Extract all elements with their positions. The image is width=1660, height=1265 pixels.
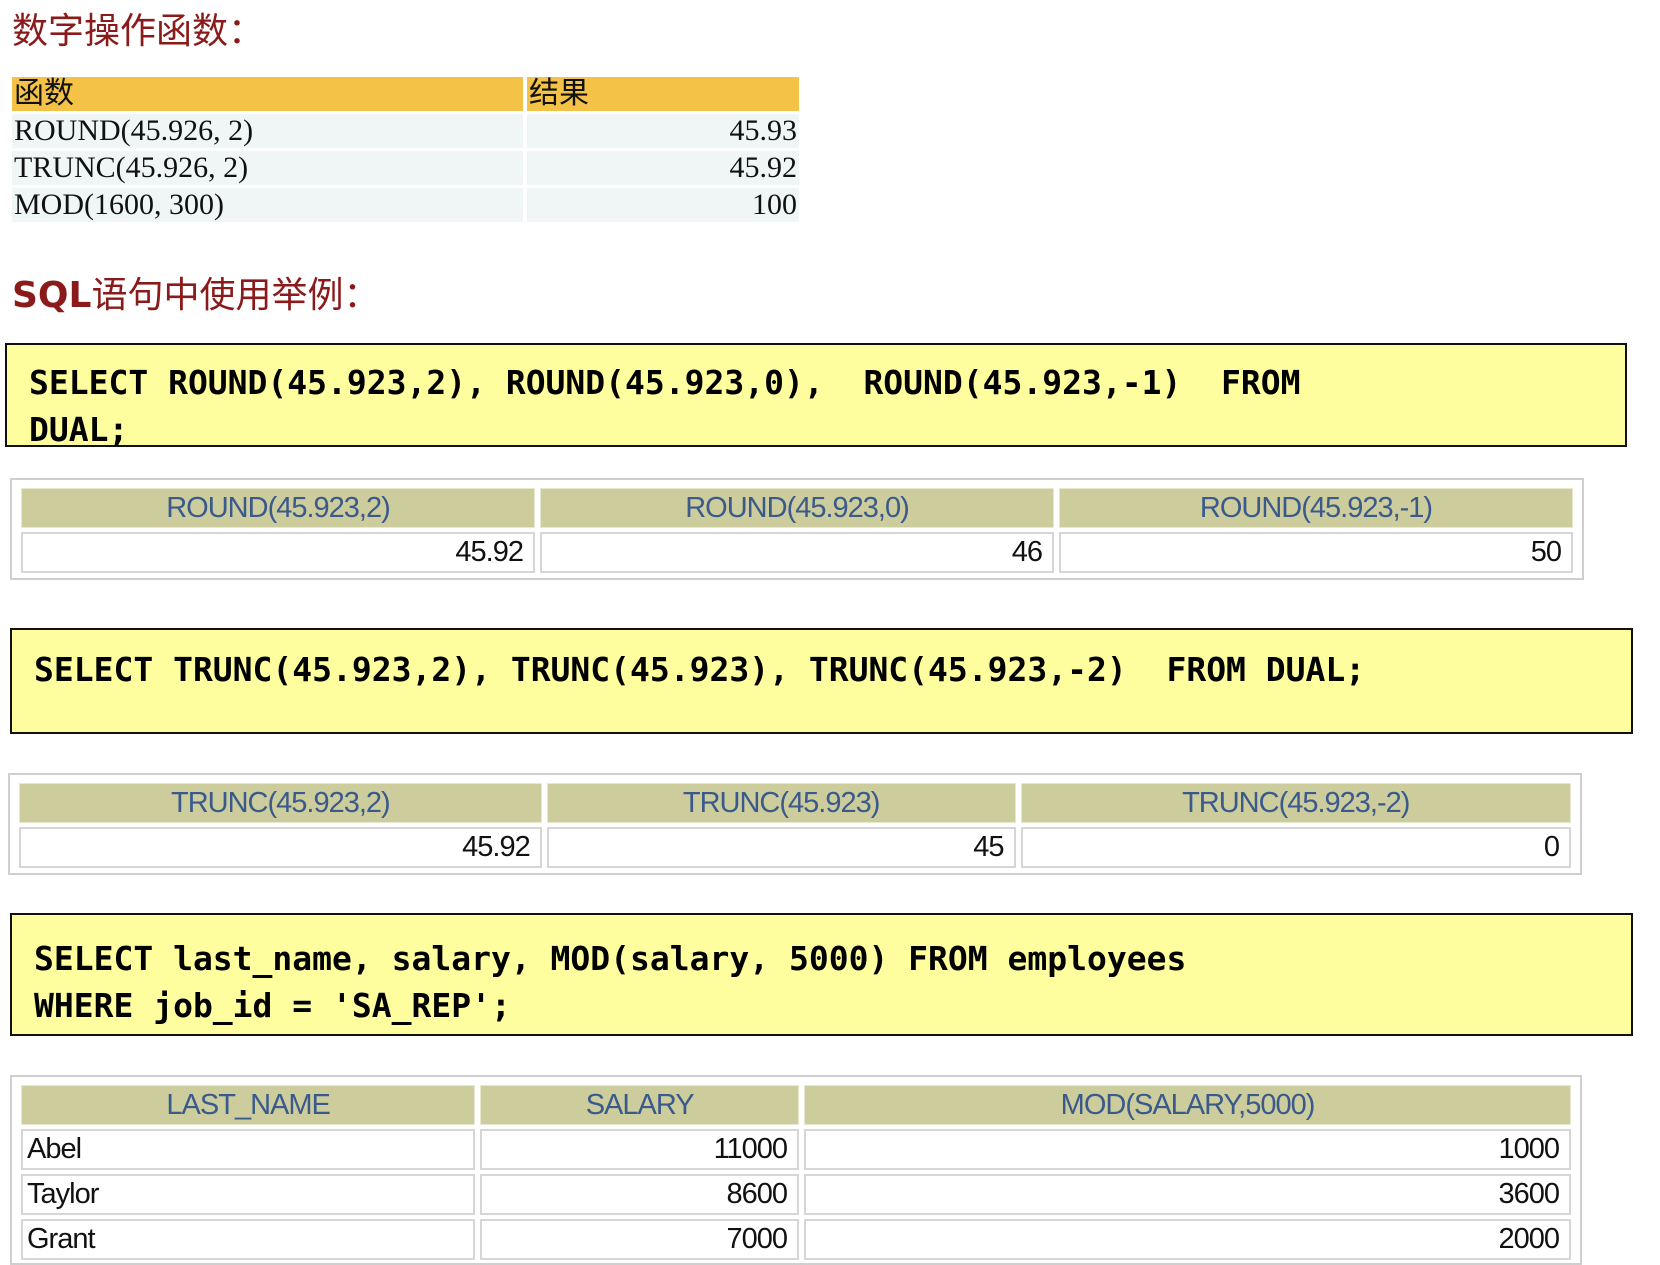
- grid-cell: Abel: [21, 1129, 476, 1170]
- grid-column-header: ROUND(45.923,2): [21, 488, 535, 528]
- grid-cell: 45: [546, 827, 1016, 868]
- grid-cell: 7000: [480, 1219, 800, 1260]
- grid-column-header: LAST_NAME: [21, 1085, 476, 1125]
- sql-examples-heading: SQL语句中使用举例：: [12, 266, 380, 318]
- summary-header-function: 函数: [12, 77, 527, 111]
- summary-function-cell: MOD(1600, 300): [12, 188, 527, 222]
- sql-code-line: SELECT last_name, salary, MOD(salary, 50…: [34, 939, 1187, 978]
- grid-cell: 46: [540, 532, 1054, 573]
- grid-column-header: SALARY: [480, 1085, 800, 1125]
- grid-column-header: TRUNC(45.923,2): [19, 783, 542, 823]
- summary-result-cell: 45.93: [527, 114, 799, 148]
- result-grid-mod: LAST_NAME SALARY MOD(SALARY,5000) Abel 1…: [10, 1075, 1582, 1265]
- grid-cell: 50: [1059, 532, 1573, 573]
- sql-code-box-trunc: SELECT TRUNC(45.923,2), TRUNC(45.923), T…: [10, 628, 1633, 734]
- table-row: ROUND(45.926, 2) 45.93: [12, 114, 799, 148]
- function-summary-table: 函数 结果 ROUND(45.926, 2) 45.93 TRUNC(45.92…: [12, 74, 799, 225]
- grid-cell: 1000: [804, 1129, 1571, 1170]
- summary-function-cell: TRUNC(45.926, 2): [12, 151, 527, 185]
- grid-cell: 45.92: [21, 532, 535, 573]
- grid-cell: Taylor: [21, 1174, 476, 1215]
- summary-header-result: 结果: [527, 77, 799, 111]
- result-grid-round: ROUND(45.923,2) ROUND(45.923,0) ROUND(45…: [10, 478, 1584, 580]
- grid-cell: 0: [1020, 827, 1571, 868]
- sql-code-box-mod: SELECT last_name, salary, MOD(salary, 50…: [10, 913, 1633, 1036]
- result-grid-trunc: TRUNC(45.923,2) TRUNC(45.923) TRUNC(45.9…: [8, 773, 1582, 875]
- grid-column-header: ROUND(45.923,0): [540, 488, 1054, 528]
- table-row: 45.92 45 0: [19, 827, 1571, 868]
- sql-code-line: WHERE job_id = 'SA_REP';: [34, 986, 511, 1025]
- table-row: Abel 11000 1000: [21, 1129, 1571, 1170]
- grid-header-row: ROUND(45.923,2) ROUND(45.923,0) ROUND(45…: [21, 488, 1573, 528]
- sql-examples-heading-prefix: SQL: [12, 275, 92, 316]
- sql-examples-heading-suffix: 语句中使用举例：: [91, 275, 380, 316]
- table-row: TRUNC(45.926, 2) 45.92: [12, 151, 799, 185]
- grid-cell: 3600: [804, 1174, 1571, 1215]
- grid-cell: 8600: [480, 1174, 800, 1215]
- table-row: MOD(1600, 300) 100: [12, 188, 799, 222]
- grid-cell: 45.92: [19, 827, 542, 868]
- summary-header-row: 函数 结果: [12, 77, 799, 111]
- grid-cell: 11000: [480, 1129, 800, 1170]
- sql-code-line: DUAL;: [29, 410, 129, 449]
- table-row: Grant 7000 2000: [21, 1219, 1571, 1260]
- grid-cell: Grant: [21, 1219, 476, 1260]
- grid-column-header: MOD(SALARY,5000): [804, 1085, 1571, 1125]
- summary-result-cell: 45.92: [527, 151, 799, 185]
- number-functions-heading: 数字操作函数：: [12, 11, 265, 52]
- sql-code-line: SELECT ROUND(45.923,2), ROUND(45.923,0),…: [29, 363, 1301, 402]
- grid-header-row: LAST_NAME SALARY MOD(SALARY,5000): [21, 1085, 1571, 1125]
- grid-column-header: ROUND(45.923,-1): [1059, 488, 1573, 528]
- sql-code-line: SELECT TRUNC(45.923,2), TRUNC(45.923), T…: [34, 650, 1366, 689]
- grid-column-header: TRUNC(45.923): [546, 783, 1016, 823]
- grid-column-header: TRUNC(45.923,-2): [1020, 783, 1571, 823]
- table-row: Taylor 8600 3600: [21, 1174, 1571, 1215]
- summary-result-cell: 100: [527, 188, 799, 222]
- grid-header-row: TRUNC(45.923,2) TRUNC(45.923) TRUNC(45.9…: [19, 783, 1571, 823]
- sql-code-box-round: SELECT ROUND(45.923,2), ROUND(45.923,0),…: [5, 343, 1627, 449]
- grid-cell: 2000: [804, 1219, 1571, 1260]
- table-row: 45.92 46 50: [21, 532, 1573, 573]
- summary-function-cell: ROUND(45.926, 2): [12, 114, 527, 148]
